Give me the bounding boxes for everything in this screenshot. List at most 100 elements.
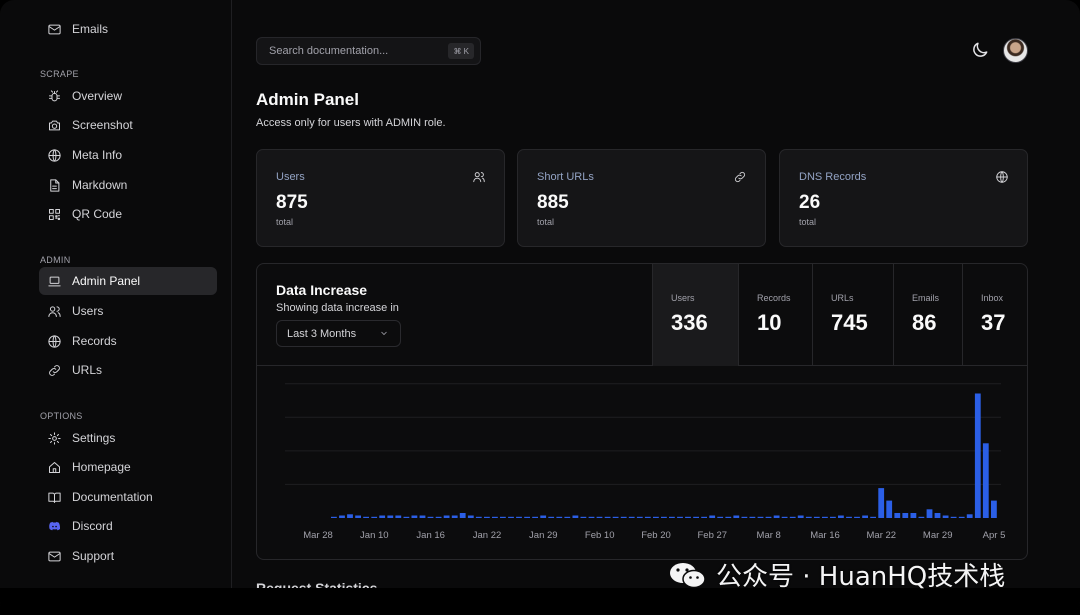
sidebar-item-users[interactable]: Users [39,297,217,325]
sidebar-item-settings[interactable]: Settings [39,424,217,452]
sidebar-item-label: Meta Info [72,148,123,162]
chart-bar [500,516,506,518]
avatar[interactable] [1003,38,1028,63]
chart-bar [355,515,361,518]
chart-bar [475,516,482,518]
chart-bar [411,515,418,518]
chart-bar [781,516,788,518]
sidebar-item-emails[interactable]: Emails [39,15,217,43]
moon-icon[interactable] [970,40,990,60]
sidebar-item-screenshot[interactable]: Screenshot [39,111,217,139]
chart-bar [709,515,716,518]
chart-bar [339,515,345,518]
stat-card-unit: total [276,217,294,227]
stat-card-users: Users 875 total [256,149,505,247]
metric-tab-inbox[interactable]: Inbox 37 [962,264,1027,366]
chart-x-tick-label: Jan 22 [473,530,502,541]
metric-tab-users[interactable]: Users 336 [652,264,738,366]
range-select[interactable]: Last 3 Months [276,320,401,347]
metric-tab-records[interactable]: Records 10 [738,264,812,366]
laptop-icon [46,273,62,289]
chart-bar [717,516,724,518]
panel-title: Data Increase [276,282,368,298]
chart-bar [854,516,860,518]
chart-bar [427,516,434,518]
chart-x-tick-label: Mar 29 [923,530,953,541]
sidebar-item-urls[interactable]: URLs [39,356,217,384]
search-input[interactable]: Search documentation... ⌘ K [256,37,481,65]
sidebar-item-meta-info[interactable]: Meta Info [39,141,217,169]
chart-bar [564,516,571,518]
chart-bar [797,515,804,518]
discord-icon [46,518,62,534]
chart-bar [862,515,868,518]
sidebar-item-homepage[interactable]: Homepage [39,453,217,481]
chart-bar [813,516,820,518]
chevron-down-icon [378,327,390,339]
chart-bar [934,513,941,518]
wechat-icon [668,560,708,590]
sidebar-item-markdown[interactable]: Markdown [39,171,217,199]
stat-card-unit: total [537,217,555,227]
qr-code-icon [46,206,62,222]
data-increase-chart: Mar 28 Jan 10 Jan 16 Jan 22 Jan 29 Feb 10 Feb … [285,383,1005,541]
watermark: 公众号 · HuanHQ技术栈 [668,556,1005,593]
metric-tab-emails[interactable]: Emails 86 [893,264,962,366]
sidebar-item-qr-code[interactable]: QR Code [39,200,217,228]
sidebar-item-records[interactable]: Records [39,327,217,355]
camera-icon [46,117,62,133]
sidebar-item-admin-panel[interactable]: Admin Panel [39,267,217,295]
chart-bar [484,516,490,518]
metric-tab-urls[interactable]: URLs 745 [812,264,893,366]
chart-bar [991,500,997,518]
chart-x-tick-label: Feb 20 [641,530,671,541]
sidebar-item-discord[interactable]: Discord [39,512,217,540]
chart-bar [733,515,740,518]
chart-bar [524,516,530,518]
sidebar-item-label: Admin Panel [72,274,141,288]
chart-bar [926,509,933,518]
sidebar-section-title: OPTIONS [40,411,83,421]
range-select-value: Last 3 Months [287,327,357,340]
chart-bar [435,516,442,518]
chart-bar [451,515,458,518]
sidebar-item-label: Support [72,549,115,563]
sidebar-item-documentation[interactable]: Documentation [39,483,217,511]
sidebar-item-label: Settings [72,431,116,445]
metric-label: Records [757,293,791,303]
page-subtitle: Access only for users with ADMIN role. [256,117,446,129]
chart-bar [653,516,659,518]
chart-bar [661,516,667,518]
chart-x-tick-label: Feb 10 [585,530,615,541]
chart-bar [459,513,466,518]
sidebar-section-title: ADMIN [40,255,71,265]
data-increase-panel: Data Increase Showing data increase in L… [256,263,1028,560]
chart-bar [677,516,683,518]
chart-bar [830,516,836,518]
sidebar-item-overview[interactable]: Overview [39,82,217,110]
stat-card-short-urls: Short URLs 885 total [517,149,766,247]
sidebar-item-label: Documentation [72,490,153,504]
metric-value: 336 [671,310,708,335]
globe-icon [46,147,62,163]
mail-icon [46,548,62,564]
chart-bar [620,516,627,518]
chart-bar [910,513,917,518]
chart-bar [838,515,844,518]
chart-bar [363,516,369,518]
chart-bar [966,514,973,518]
chart-bar [822,516,828,518]
sidebar-item-support[interactable]: Support [39,542,217,570]
chart-x-tick-label: Mar 16 [810,530,840,541]
chart-bar [443,515,450,518]
chart-bar [636,516,643,518]
chart-bar [918,516,925,518]
chart-bar [492,516,498,518]
chart-bar [540,515,547,518]
sidebar-item-label: Emails [72,22,109,36]
chart-bar [419,515,426,518]
metric-label: Emails [912,293,940,303]
sidebar: Emails SCRAPE Overview Screenshot Meta I… [0,0,232,588]
page-title: Admin Panel [256,90,359,109]
sidebar-item-label: QR Code [72,207,123,221]
